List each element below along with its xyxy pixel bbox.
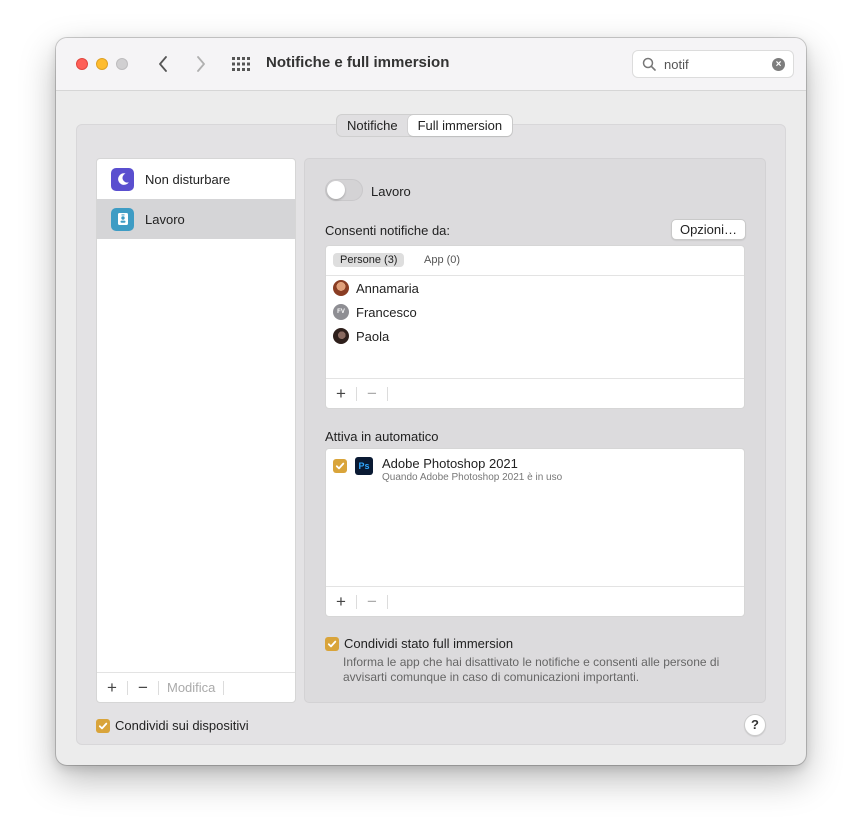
grid-icon	[232, 57, 250, 71]
sidebar-item-label: Lavoro	[145, 211, 185, 227]
tab-bar: Notifiche Full immersion	[336, 114, 514, 137]
add-focus-button[interactable]: +	[97, 678, 127, 698]
search-icon	[642, 57, 656, 71]
share-devices-label: Condividi sui dispositivi	[115, 718, 249, 733]
add-automation-button[interactable]: +	[326, 592, 356, 612]
chevron-right-icon	[197, 56, 205, 72]
auto-item-subtitle: Quando Adobe Photoshop 2021 è in uso	[382, 472, 563, 483]
share-devices-row[interactable]: Condividi sui dispositivi	[96, 718, 249, 733]
sidebar-item-non-disturbare[interactable]: Non disturbare	[97, 159, 295, 199]
checkmark-icon	[98, 722, 108, 729]
sidebar-toolbar: + − Modifica	[97, 672, 295, 702]
divider	[387, 386, 388, 401]
options-button[interactable]: Opzioni…	[671, 219, 746, 240]
checkmark-icon	[335, 462, 345, 470]
forward-button[interactable]	[189, 52, 213, 76]
focus-list: Non disturbare Lavoro + − Modifica	[96, 158, 296, 703]
checkmark-icon	[327, 640, 337, 647]
moon-icon	[111, 167, 134, 191]
focus-detail-panel: Lavoro Consenti notifiche da: Opzioni… P…	[304, 158, 766, 703]
clear-search-icon[interactable]: ×	[772, 58, 785, 71]
person-name: Paola	[356, 328, 390, 344]
person-name: Annamaria	[356, 280, 419, 296]
remove-automation-button[interactable]: −	[357, 592, 387, 612]
badge-icon	[111, 207, 134, 231]
divider	[223, 680, 225, 695]
allowed-tabs: Persone (3) App (0)	[326, 246, 744, 276]
sidebar-item-label: Non disturbare	[145, 171, 231, 187]
tab-app[interactable]: App (0)	[417, 253, 467, 267]
toggle-knob	[327, 181, 345, 199]
divider	[387, 594, 388, 609]
share-focus-status-label: Condividi stato full immersion	[344, 636, 514, 651]
person-name: Francesco	[356, 304, 417, 320]
focus-toggle-label: Lavoro	[371, 184, 411, 199]
remove-person-button[interactable]: −	[357, 384, 387, 404]
minimize-button[interactable]	[96, 58, 108, 70]
zoom-button[interactable]	[116, 58, 128, 70]
tab-full-immersion[interactable]: Full immersion	[407, 115, 513, 136]
help-button[interactable]: ?	[744, 714, 766, 736]
close-button[interactable]	[76, 58, 88, 70]
show-all-button[interactable]	[231, 55, 251, 73]
tab-persone[interactable]: Persone (3)	[333, 253, 405, 267]
auto-activate-list: Ps Adobe Photoshop 2021 Quando Adobe Pho…	[325, 448, 745, 617]
photoshop-icon: Ps	[355, 457, 373, 475]
add-person-button[interactable]: +	[326, 384, 356, 404]
list-toolbar: + −	[326, 378, 744, 408]
list-item[interactable]: Ps Adobe Photoshop 2021 Quando Adobe Pho…	[333, 456, 562, 483]
remove-focus-button[interactable]: −	[128, 678, 158, 698]
share-devices-checkbox[interactable]	[96, 718, 110, 733]
tab-notifiche[interactable]: Notifiche	[337, 115, 408, 136]
preferences-window: Notifiche e full immersion notif × Notif…	[56, 38, 806, 765]
share-focus-status-description: Informa le app che hai disattivato le no…	[343, 655, 720, 684]
sidebar-item-lavoro[interactable]: Lavoro	[97, 199, 295, 239]
chevron-left-icon	[159, 56, 167, 72]
allow-notifications-label: Consenti notifiche da:	[325, 223, 451, 238]
auto-activate-label: Attiva in automatico	[325, 429, 439, 444]
avatar: FV	[333, 304, 349, 320]
share-focus-status-row[interactable]: Condividi stato full immersion	[325, 636, 513, 651]
list-item[interactable]: Annamaria	[333, 279, 419, 297]
window-title: Notifiche e full immersion	[266, 54, 450, 71]
share-focus-status-checkbox[interactable]	[325, 636, 339, 651]
list-item[interactable]: FV Francesco	[333, 303, 417, 321]
back-button[interactable]	[151, 52, 175, 76]
list-item[interactable]: Paola	[333, 327, 389, 345]
edit-focus-button[interactable]: Modifica	[159, 680, 223, 695]
title-bar: Notifiche e full immersion notif ×	[56, 38, 806, 91]
avatar	[333, 280, 349, 296]
auto-item-title: Adobe Photoshop 2021	[382, 456, 518, 471]
avatar	[333, 328, 349, 344]
search-field[interactable]: notif ×	[632, 50, 794, 78]
list-toolbar: + −	[326, 586, 744, 616]
allowed-people-list: Persone (3) App (0) Annamaria FV Frances…	[325, 245, 745, 409]
focus-toggle[interactable]	[325, 179, 363, 201]
search-input[interactable]: notif	[664, 57, 689, 72]
auto-item-checkbox[interactable]	[333, 459, 347, 473]
